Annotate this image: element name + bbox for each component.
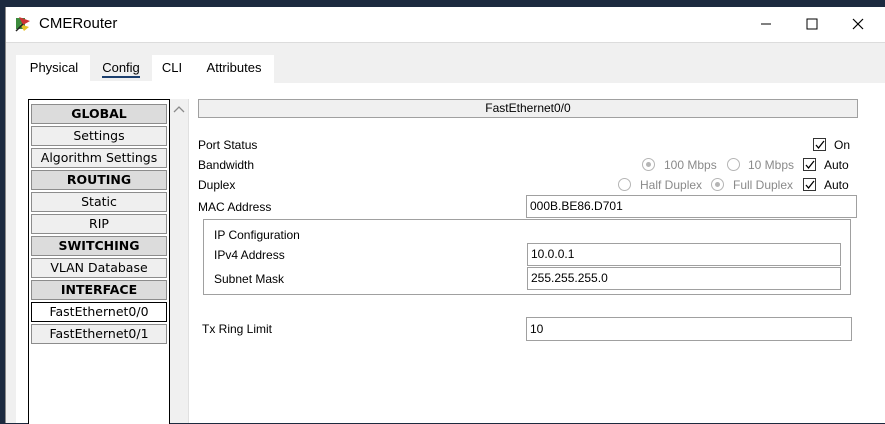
mac-address-field[interactable]: 000B.BE86.D701	[526, 195, 857, 218]
sidebar-item-vlan-database[interactable]: VLAN Database	[31, 258, 167, 278]
minimize-icon	[761, 23, 771, 25]
subnet-mask-label: Subnet Mask	[214, 272, 285, 286]
sidebar-item-fastethernet0-1[interactable]: FastEthernet0/1	[31, 324, 167, 344]
sidebar-item-settings[interactable]: Settings	[31, 126, 167, 146]
subnet-mask-field[interactable]: 255.255.255.0	[527, 267, 841, 290]
tab-physical-label: Physical	[29, 60, 79, 75]
sidebar-header-global[interactable]: GLOBAL	[31, 104, 167, 124]
duplex-half-radio[interactable]	[618, 178, 631, 191]
checkmark-icon	[815, 140, 825, 150]
ip-configuration-title: IP Configuration	[214, 228, 300, 242]
tab-cli-label: CLI	[161, 60, 183, 75]
sidebar-item-fastethernet0-0[interactable]: FastEthernet0/0	[31, 302, 167, 322]
port-status-checkbox[interactable]	[813, 138, 826, 151]
minimize-button[interactable]	[743, 7, 789, 41]
ip-configuration-box: IP Configuration IPv4 Address 10.0.0.1 S…	[203, 219, 851, 295]
close-icon	[852, 18, 864, 30]
bandwidth-100-label: 100 Mbps	[664, 158, 717, 172]
ipv4-address-label: IPv4 Address	[214, 248, 285, 262]
bandwidth-10-radio[interactable]	[727, 158, 740, 171]
ipv4-address-field[interactable]: 10.0.0.1	[527, 243, 841, 266]
bandwidth-auto-label: Auto	[824, 158, 849, 172]
maximize-icon	[806, 18, 818, 30]
bandwidth-auto-checkbox[interactable]	[803, 158, 816, 171]
checkmark-icon	[805, 160, 815, 170]
config-sidebar: GLOBAL Settings Algorithm Settings ROUTI…	[28, 99, 170, 424]
port-status-on-label: On	[834, 138, 851, 152]
tx-ring-limit-label: Tx Ring Limit	[202, 322, 273, 336]
bandwidth-label: Bandwidth	[198, 158, 255, 172]
panel-title: FastEthernet0/0	[198, 99, 858, 118]
mac-address-label: MAC Address	[198, 200, 272, 214]
interface-panel: FastEthernet0/0 Port Status On Bandwidth…	[198, 99, 858, 423]
router-app-icon	[15, 17, 30, 32]
sidebar-item-rip[interactable]: RIP	[31, 214, 167, 234]
tab-config-label: Config	[102, 60, 140, 78]
scroll-up-icon[interactable]	[170, 101, 188, 117]
duplex-full-label: Full Duplex	[733, 178, 794, 192]
tab-cli[interactable]: CLI	[152, 55, 192, 81]
duplex-label: Duplex	[198, 178, 236, 192]
port-status-label: Port Status	[198, 138, 258, 152]
window-title: CMERouter	[39, 15, 118, 32]
maximize-button[interactable]	[789, 7, 835, 41]
sidebar-item-static[interactable]: Static	[31, 192, 167, 212]
sidebar-header-interface[interactable]: INTERFACE	[31, 280, 167, 300]
tab-attributes-label: Attributes	[206, 60, 262, 75]
router-window: CMERouter Physical Config CLI Attributes…	[5, 7, 885, 424]
sidebar-header-routing[interactable]: ROUTING	[31, 170, 167, 190]
tab-attributes[interactable]: Attributes	[194, 55, 274, 81]
sidebar-item-algorithm-settings[interactable]: Algorithm Settings	[31, 148, 167, 168]
close-button[interactable]	[835, 7, 881, 41]
tab-config[interactable]: Config	[90, 55, 152, 81]
config-content: GLOBAL Settings Algorithm Settings ROUTI…	[16, 83, 885, 424]
tx-ring-limit-field[interactable]: 10	[526, 317, 852, 341]
sidebar-header-switching[interactable]: SWITCHING	[31, 236, 167, 256]
bandwidth-10-label: 10 Mbps	[748, 158, 795, 172]
title-bar: CMERouter	[6, 7, 885, 43]
sidebar-scrollbar[interactable]	[170, 99, 189, 423]
duplex-full-radio[interactable]	[711, 178, 724, 191]
duplex-auto-checkbox[interactable]	[803, 178, 816, 191]
checkmark-icon	[805, 180, 815, 190]
duplex-half-label: Half Duplex	[640, 178, 703, 192]
duplex-auto-label: Auto	[824, 178, 849, 192]
tab-physical[interactable]: Physical	[18, 55, 90, 81]
bandwidth-100-radio[interactable]	[642, 158, 655, 171]
